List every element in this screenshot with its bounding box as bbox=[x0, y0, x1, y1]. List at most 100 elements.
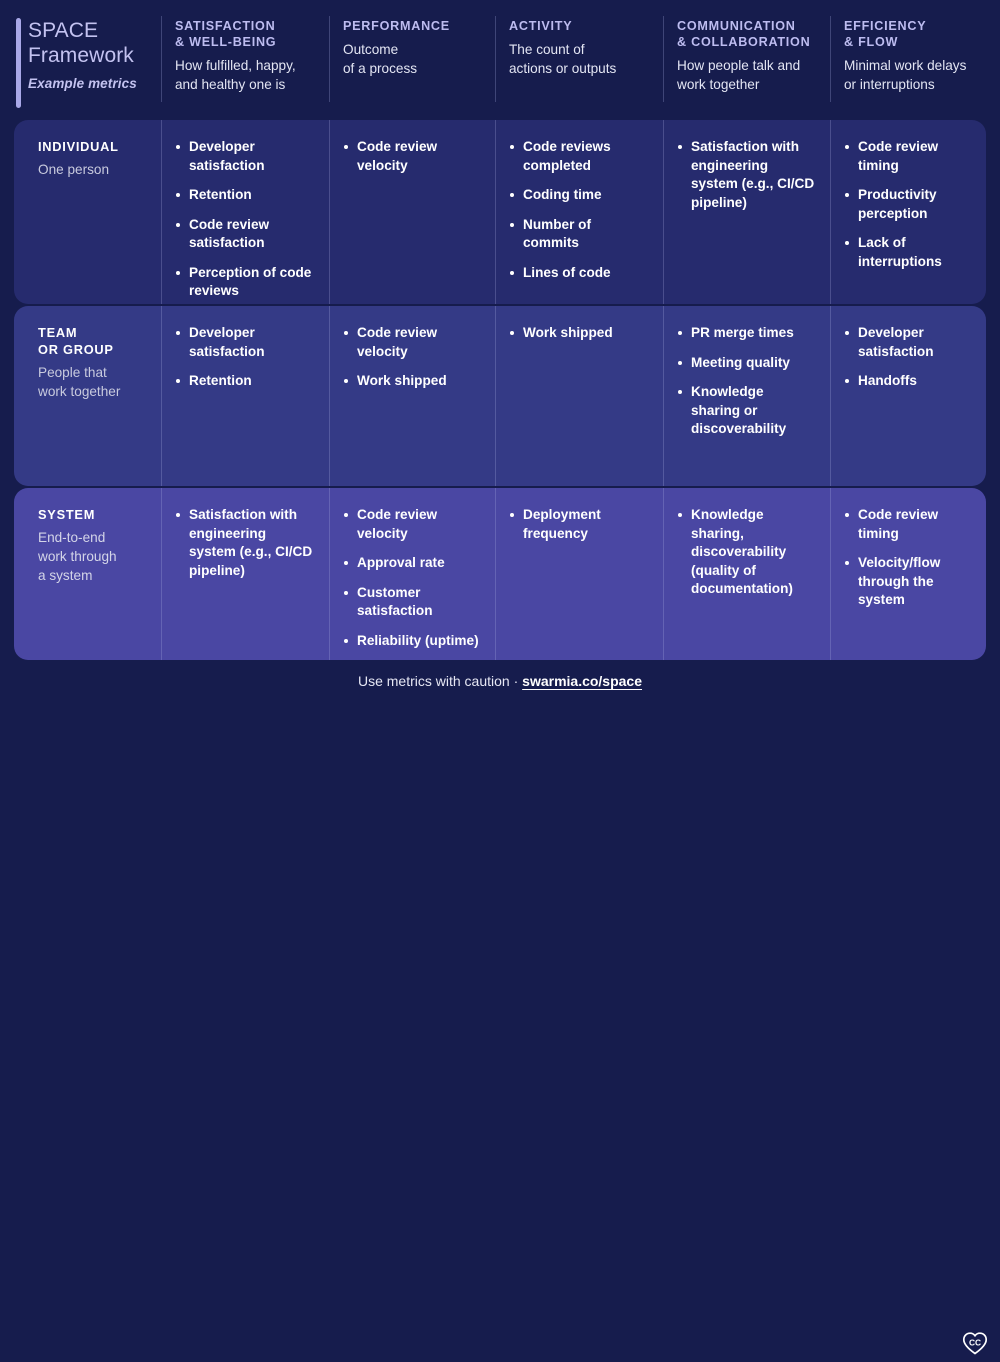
column-header-description: Minimal work delays or interruptions bbox=[844, 58, 967, 92]
metric-item: Developer satisfaction bbox=[175, 138, 315, 175]
metric-item: Reliability (uptime) bbox=[343, 632, 481, 651]
metric-item: Number of commits bbox=[509, 216, 649, 253]
column-divider bbox=[830, 120, 831, 304]
column-header-activity: ACTIVITY The count of actions or outputs bbox=[495, 0, 663, 118]
table-header-row: SPACE Framework Example metrics SATISFAC… bbox=[0, 0, 1000, 118]
table-row: INDIVIDUAL One person Developer satisfac… bbox=[14, 120, 986, 304]
metric-item: Approval rate bbox=[343, 554, 481, 573]
page-title: SPACE Framework bbox=[28, 19, 134, 67]
column-divider bbox=[495, 306, 496, 486]
column-header-title: PERFORMANCE bbox=[343, 19, 450, 33]
metric-list: Knowledge sharing, discoverability (qual… bbox=[677, 506, 816, 599]
column-divider bbox=[161, 306, 162, 486]
column-divider bbox=[663, 488, 664, 660]
metric-item: Perception of code reviews bbox=[175, 264, 315, 301]
cell-team-satisfaction: Developer satisfaction Retention bbox=[161, 306, 329, 486]
metric-list: Code review velocity Work shipped bbox=[343, 324, 481, 391]
column-header-title: ACTIVITY bbox=[509, 19, 573, 33]
footer: Use metrics with caution · swarmia.co/sp… bbox=[0, 660, 1000, 1355]
cell-system-performance: Code review velocity Approval rate Custome… bbox=[329, 488, 495, 660]
metric-list: Deployment frequency bbox=[509, 506, 649, 543]
metric-list: Code review velocity Approval rate Custome… bbox=[343, 506, 481, 650]
column-header-title: EFFICIENCY & FLOW bbox=[844, 19, 927, 49]
metric-item: Developer satisfaction bbox=[844, 324, 972, 361]
table-row: SYSTEM End-to-end work through a system … bbox=[14, 488, 986, 660]
column-divider bbox=[830, 488, 831, 660]
metric-item: Satisfaction with engineering system (e.… bbox=[175, 506, 315, 580]
column-divider bbox=[830, 306, 831, 486]
cell-individual-performance: Code review velocity bbox=[329, 120, 495, 304]
metric-item: Code review timing bbox=[844, 138, 972, 175]
column-divider bbox=[495, 488, 496, 660]
footer-caption-text: Use metrics with caution · bbox=[357, 673, 523, 689]
metric-item: Customer satisfaction bbox=[343, 584, 481, 621]
column-divider bbox=[663, 306, 664, 486]
metric-list: Developer satisfaction Retention bbox=[175, 324, 315, 391]
accent-bar-icon bbox=[16, 18, 21, 108]
column-header-performance: PERFORMANCE Outcome of a process bbox=[329, 0, 495, 118]
metric-item: PR merge times bbox=[677, 324, 816, 343]
column-header-title: SATISFACTION & WELL-BEING bbox=[175, 19, 277, 49]
metric-item: Velocity/flow through the system bbox=[844, 554, 972, 610]
column-header-title: COMMUNICATION & COLLABORATION bbox=[677, 19, 811, 49]
page-subtitle: Example metrics bbox=[28, 76, 137, 91]
metric-item: Code review velocity bbox=[343, 324, 481, 361]
metric-item: Code review timing bbox=[844, 506, 972, 543]
table-row: TEAM OR GROUP People that work together … bbox=[14, 306, 986, 486]
column-header-description: How fulfilled, happy, and healthy one is bbox=[175, 58, 296, 92]
metric-item: Satisfaction with engineering system (e.… bbox=[677, 138, 816, 212]
row-description: End-to-end work through a system bbox=[38, 530, 117, 583]
column-divider bbox=[495, 120, 496, 304]
column-divider bbox=[329, 488, 330, 660]
row-label: TEAM OR GROUP bbox=[38, 325, 114, 357]
metric-item: Coding time bbox=[509, 186, 649, 205]
column-header-efficiency: EFFICIENCY & FLOW Minimal work delays or… bbox=[830, 0, 1000, 118]
metric-item: Retention bbox=[175, 186, 315, 205]
cell-team-performance: Code review velocity Work shipped bbox=[329, 306, 495, 486]
metric-item: Code reviews completed bbox=[509, 138, 649, 175]
row-label-cell: INDIVIDUAL One person bbox=[14, 120, 161, 304]
column-divider bbox=[830, 16, 831, 102]
cell-team-efficiency: Developer satisfaction Handoffs bbox=[830, 306, 986, 486]
column-divider bbox=[329, 16, 330, 102]
metric-item: Work shipped bbox=[509, 324, 649, 343]
cell-system-satisfaction: Satisfaction with engineering system (e.… bbox=[161, 488, 329, 660]
metric-list: Developer satisfaction Retention Code revi… bbox=[175, 138, 315, 301]
metric-list: Code review timing Productivity perceptio… bbox=[844, 138, 972, 271]
metric-item: Productivity perception bbox=[844, 186, 972, 223]
column-divider bbox=[161, 488, 162, 660]
cell-team-activity: Work shipped bbox=[495, 306, 663, 486]
row-label: SYSTEM bbox=[38, 507, 96, 522]
footer-link[interactable]: swarmia.co/space bbox=[522, 673, 642, 689]
row-label-cell: TEAM OR GROUP People that work together bbox=[14, 306, 161, 486]
column-divider bbox=[329, 306, 330, 486]
footer-caption: Use metrics with caution · swarmia.co/sp… bbox=[0, 671, 1000, 691]
cell-system-efficiency: Code review timing Velocity/flow through … bbox=[830, 488, 986, 660]
cell-individual-communication: Satisfaction with engineering system (e.… bbox=[663, 120, 830, 304]
metric-item: Retention bbox=[175, 372, 315, 391]
svg-text:CC: CC bbox=[969, 1338, 981, 1348]
metric-list: Satisfaction with engineering system (e.… bbox=[175, 506, 315, 580]
column-header-description: Outcome of a process bbox=[343, 42, 418, 76]
metric-item: Work shipped bbox=[343, 372, 481, 391]
row-description: People that work together bbox=[38, 365, 121, 399]
metric-list: PR merge times Meeting quality Knowledge s… bbox=[677, 324, 816, 439]
column-divider bbox=[329, 120, 330, 304]
header-brand-cell: SPACE Framework Example metrics bbox=[0, 0, 161, 118]
metric-list: Developer satisfaction Handoffs bbox=[844, 324, 972, 391]
metric-item: Knowledge sharing or discoverability bbox=[677, 383, 816, 439]
metric-item: Handoffs bbox=[844, 372, 972, 391]
column-header-description: The count of actions or outputs bbox=[509, 42, 617, 76]
metric-list: Code review timing Velocity/flow through … bbox=[844, 506, 972, 610]
creative-commons-heart-icon: CC bbox=[961, 1329, 989, 1357]
metric-item: Code review velocity bbox=[343, 506, 481, 543]
cell-system-activity: Deployment frequency bbox=[495, 488, 663, 660]
row-label: INDIVIDUAL bbox=[38, 139, 119, 154]
metric-list: Code reviews completed Coding time Number … bbox=[509, 138, 649, 282]
column-header-description: How people talk and work together bbox=[677, 58, 801, 92]
cell-team-communication: PR merge times Meeting quality Knowledge s… bbox=[663, 306, 830, 486]
metric-item: Lack of interruptions bbox=[844, 234, 972, 271]
column-divider bbox=[161, 16, 162, 102]
cell-system-communication: Knowledge sharing, discoverability (qual… bbox=[663, 488, 830, 660]
metric-item: Developer satisfaction bbox=[175, 324, 315, 361]
